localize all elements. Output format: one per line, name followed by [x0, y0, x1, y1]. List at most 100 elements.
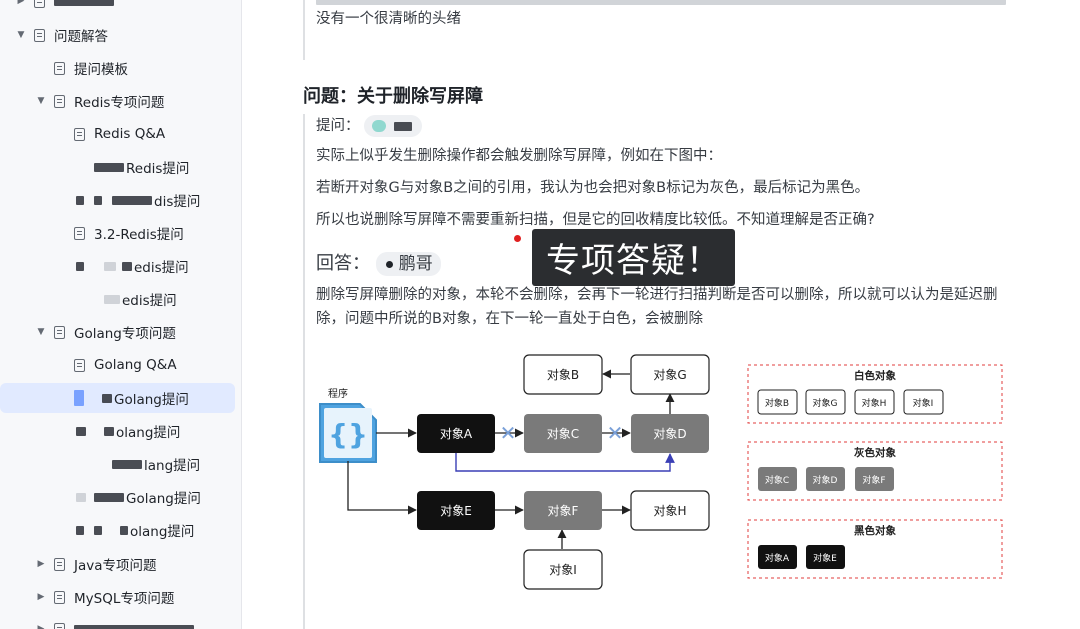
sidebar-item-top-partial[interactable]: ▶	[14, 0, 114, 16]
redacted-label	[122, 261, 132, 271]
sidebar-item-label: Golang提问	[114, 392, 189, 408]
redacted-label	[104, 261, 116, 271]
sidebar-item-label: 提问模板	[74, 62, 128, 78]
caret-down-icon[interactable]: ▼	[34, 327, 48, 337]
edge-a-d-blue	[455, 452, 675, 472]
node-d-label: 对象D	[653, 427, 686, 441]
redacted-label	[104, 426, 114, 436]
redacted-label	[94, 525, 102, 535]
legend-white-item-label: 对象G	[813, 397, 838, 409]
red-dot	[514, 235, 521, 242]
redacted-label	[112, 195, 152, 205]
sidebar-item-redis-q3[interactable]: 3.2-Redis提问	[68, 218, 184, 248]
question-line-2: 若断开对象G与对象B之间的引用，我认为也会把对象B标记为灰色，最后标记为黑色。	[316, 180, 870, 196]
sidebar-item-label: Golang提问	[126, 491, 201, 507]
answerer-name: 鹏哥	[398, 254, 433, 274]
legend-black-item-label: 对象A	[765, 552, 790, 564]
sidebar-item-redis-q4[interactable]: edis提问	[76, 251, 189, 281]
document-icon	[54, 61, 65, 75]
caret-right-icon[interactable]: ▶	[34, 624, 48, 629]
asker-label: 提问：	[316, 118, 360, 134]
sidebar-item-golang-q2[interactable]: olang提问	[76, 416, 180, 446]
document-icon	[54, 590, 65, 604]
answerer-mention[interactable]: 鹏哥	[375, 252, 441, 276]
sidebar-item-golang-q5[interactable]: olang提问	[76, 515, 194, 545]
legend-gray-item-label: 对象D	[813, 474, 838, 486]
sidebar-item-label: Golang Q&A	[94, 357, 177, 373]
node-a-label: 对象A	[440, 427, 473, 441]
asker-mention[interactable]	[364, 115, 423, 137]
sidebar-item-redis-q1[interactable]: Redis提问	[94, 152, 189, 182]
document-icon	[74, 358, 85, 372]
sidebar-item-template[interactable]: 提问模板	[48, 53, 128, 83]
redacted-label	[76, 261, 84, 271]
legend-gray-item-label: 对象F	[862, 474, 885, 486]
sidebar-item-mysql[interactable]: ▶ MySQL专项问题	[34, 582, 174, 612]
redacted-label	[94, 162, 124, 172]
document-icon	[34, 28, 45, 42]
document-icon	[74, 226, 85, 240]
sidebar-item-redis[interactable]: ▼ Redis专项问题	[34, 86, 164, 116]
node-h-label: 对象H	[653, 504, 686, 518]
caret-right-icon[interactable]: ▶	[14, 0, 28, 6]
redacted-label	[120, 525, 128, 535]
node-c-label: 对象C	[547, 427, 579, 441]
sidebar-item-redis-q2[interactable]: dis提问	[76, 185, 200, 215]
cut-mark-icon: ✕	[500, 421, 517, 445]
sidebar-item-label: Redis专项问题	[74, 95, 165, 111]
sidebar-item-redis-q5[interactable]: edis提问	[104, 284, 177, 314]
redacted-label	[76, 525, 84, 535]
sidebar-item-label: edis提问	[122, 293, 177, 309]
redacted-label	[74, 390, 84, 406]
sidebar-item-label: dis提问	[154, 194, 201, 210]
caret-right-icon[interactable]: ▶	[34, 559, 48, 569]
redacted-label	[76, 195, 84, 205]
legend-gray-item-label: 对象C	[765, 474, 789, 486]
program-label: 程序	[328, 387, 348, 400]
legend-white-item-label: 对象B	[765, 397, 789, 409]
prev-text: 没有一个很清晰的头绪	[316, 11, 461, 27]
sidebar-item-label: olang提问	[116, 425, 181, 441]
sidebar-item-java[interactable]: ▶ Java专项问题	[34, 549, 157, 579]
sidebar-item-golang[interactable]: ▼ Golang专项问题	[34, 317, 176, 347]
answer-row: 回答： 鹏哥	[316, 252, 441, 276]
legend-black-item-label: 对象E	[813, 552, 837, 564]
sidebar-item-golang-qa[interactable]: Golang Q&A	[68, 350, 177, 380]
sidebar-item-golang-q4[interactable]: Golang提问	[76, 482, 201, 512]
sidebar-item-redis-qa[interactable]: Redis Q&A	[68, 119, 165, 149]
answer-line-2: 除，问题中所说的B对象，在下一轮一直处于白色，会被删除	[316, 311, 703, 327]
redacted-label	[76, 492, 86, 502]
program-icon-glyph: {}	[328, 418, 368, 451]
sidebar-item-label: Java专项问题	[74, 558, 157, 574]
caret-right-icon[interactable]: ▶	[34, 592, 48, 602]
redacted-label	[54, 0, 114, 6]
redacted-label	[112, 459, 142, 469]
redacted-label	[104, 294, 120, 304]
sidebar-item-label: olang提问	[130, 524, 195, 540]
tri-color-diagram: 程序 {} ✕ ✕ 对象B 对象G 对象A 对象C 对象D 对象E 对象F 对象…	[319, 354, 1003, 590]
question-line-1: 实际上似乎发生删除操作都会触发删除写屏障，例如在下图中：	[316, 148, 722, 164]
redacted-label	[394, 121, 413, 131]
redacted-text	[316, 0, 1006, 5]
avatar	[385, 260, 393, 268]
document-icon	[54, 94, 65, 108]
caret-down-icon[interactable]: ▼	[34, 96, 48, 106]
node-b-label: 对象B	[547, 368, 579, 382]
redacted-label	[102, 393, 112, 403]
sidebar-item-golang-q3[interactable]: lang提问	[112, 449, 200, 479]
redacted-label	[74, 624, 194, 629]
sidebar-item-qa[interactable]: ▼ 问题解答	[14, 20, 108, 50]
caret-down-icon[interactable]: ▼	[14, 30, 28, 40]
node-g-label: 对象G	[653, 368, 686, 382]
sidebar-item-label: 问题解答	[54, 29, 108, 45]
question-heading: 问题：关于删除写屏障	[303, 86, 483, 107]
quote-bar	[303, 0, 305, 60]
sidebar-item-label: edis提问	[134, 260, 189, 276]
document-icon	[54, 557, 65, 571]
document-icon	[54, 622, 65, 629]
sidebar-item-partial-bottom[interactable]: ▶	[34, 614, 194, 629]
document-icon	[74, 127, 85, 141]
node-i-label: 对象I	[549, 563, 577, 577]
sidebar-item-label: lang提问	[144, 458, 201, 474]
sidebar-item-golang-q1[interactable]: Golang提问	[0, 383, 235, 413]
